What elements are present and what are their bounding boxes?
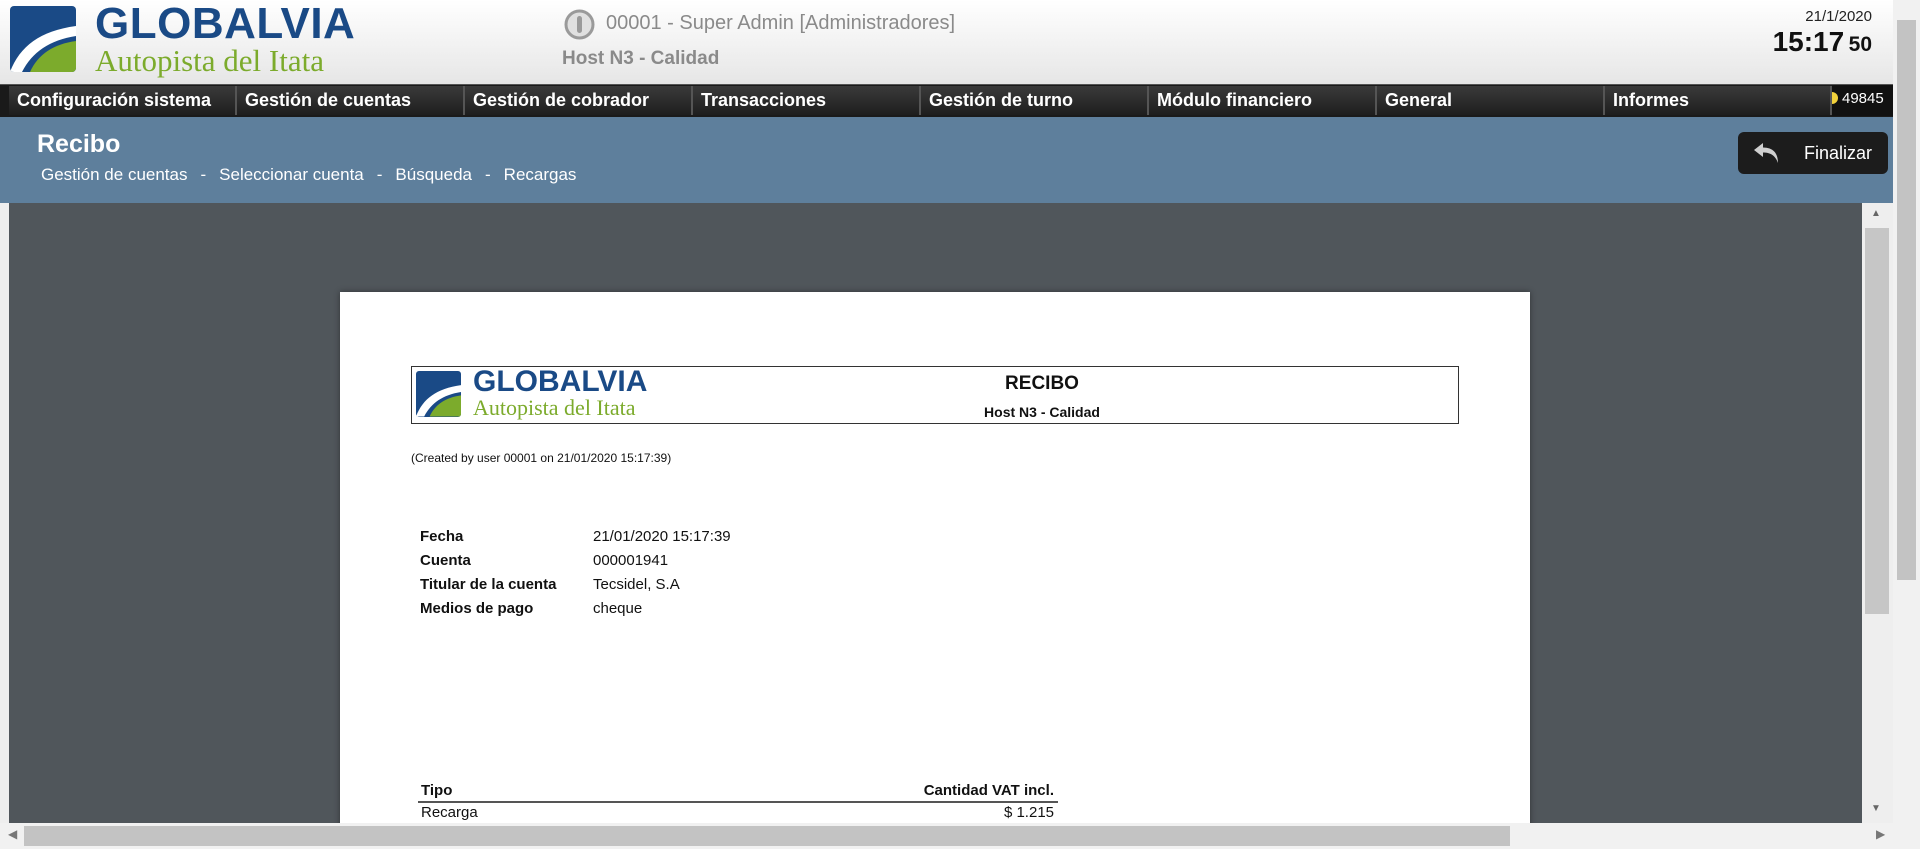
menu-gestion-de-turno[interactable]: Gestión de turno	[921, 86, 1149, 115]
detail-key: Fecha	[420, 528, 464, 545]
menu-configuracion-sistema[interactable]: Configuración sistema	[9, 86, 237, 115]
detail-value: Tecsidel, S.A	[593, 576, 680, 593]
detail-key: Titular de la cuenta	[420, 576, 557, 593]
breadcrumb-separator: -	[200, 165, 207, 184]
column-header-tipo: Tipo	[421, 782, 453, 799]
host-name: Host N3 - Calidad	[562, 48, 720, 69]
current-time: 15:17 50	[1773, 26, 1872, 58]
receipt-table: Tipo Cantidad VAT incl. Recarga $ 1.215	[418, 781, 1058, 823]
time-hours-minutes: 15:17	[1772, 26, 1845, 57]
breadcrumb-separator: -	[485, 165, 491, 184]
breadcrumb-item[interactable]: Búsqueda	[395, 165, 472, 184]
page-vertical-scrollbar[interactable]	[1893, 0, 1920, 849]
breadcrumb: Gestión de cuentas - Seleccionar cuenta - Bú…	[41, 165, 576, 185]
table-cell-tipo: Recarga	[421, 804, 478, 821]
detail-value: 21/01/2020 15:17:39	[593, 528, 731, 545]
finalizar-label: Finalizar	[1804, 143, 1873, 163]
receipt-logo: GLOBALVIA Autopista del Itata	[414, 365, 676, 420]
receipt-logo-brand: GLOBALVIA	[473, 365, 648, 398]
status-indicator-icon	[1832, 92, 1838, 104]
time-seconds: 50	[1848, 33, 1872, 56]
receipt-title: RECIBO	[1005, 373, 1079, 394]
receipt-header: GLOBALVIA Autopista del Itata RECIBO Hos…	[411, 365, 1459, 424]
menu-general[interactable]: General	[1377, 86, 1605, 115]
page-subheader: Recibo Gestión de cuentas - Seleccionar cu…	[0, 117, 1893, 203]
table-header: Tipo Cantidad VAT incl.	[418, 781, 1058, 803]
current-user: 00001 - Super Admin [Administradores]	[606, 12, 956, 34]
receipt-page: GLOBALVIA Autopista del Itata RECIBO Hos…	[340, 292, 1530, 823]
detail-value: 000001941	[593, 552, 669, 569]
receipt-created-note: (Created by user 00001 on 21/01/2020 15:…	[411, 451, 672, 465]
horizontal-scrollbar-thumb[interactable]	[24, 826, 1510, 846]
menu-modulo-financiero[interactable]: Módulo financiero	[1149, 86, 1377, 115]
table-cell-cantidad: $ 1.215	[1003, 804, 1054, 821]
detail-key: Medios de pago	[420, 600, 534, 617]
logo-sub-text: Autopista del Itata	[95, 43, 324, 78]
finalizar-button[interactable]: Finalizar	[1738, 132, 1888, 174]
back-arrow-icon	[1754, 143, 1778, 163]
scroll-left-icon[interactable]: ◀	[8, 827, 17, 841]
current-date: 21/1/2020	[1805, 8, 1872, 25]
app-header: GLOBALVIA Autopista del Itata 00001 - Su…	[0, 0, 1920, 84]
breadcrumb-item[interactable]: Seleccionar cuenta	[219, 165, 364, 184]
page-scrollbar-thumb[interactable]	[1897, 20, 1916, 580]
globalvia-logo: GLOBALVIA Autopista del Itata	[10, 0, 385, 78]
session-counter-value: 49845	[1842, 90, 1884, 107]
scroll-right-icon[interactable]: ▶	[1876, 827, 1885, 841]
breadcrumb-item[interactable]: Gestión de cuentas	[41, 165, 187, 184]
receipt-host: Host N3 - Calidad	[984, 404, 1100, 420]
page-title: Recibo	[37, 130, 121, 158]
detail-value: cheque	[593, 600, 643, 617]
report-viewer: GLOBALVIA Autopista del Itata RECIBO Hos…	[9, 203, 1862, 823]
table-row: Recarga $ 1.215	[418, 803, 1058, 823]
menu-gestion-de-cuentas[interactable]: Gestión de cuentas	[237, 86, 465, 115]
menu-informes[interactable]: Informes	[1605, 86, 1832, 115]
viewer-vertical-scrollbar[interactable]: ▲ ▼	[1862, 203, 1893, 823]
menu-transacciones[interactable]: Transacciones	[693, 86, 921, 115]
horizontal-scrollbar[interactable]: ◀ ▶	[0, 823, 1893, 849]
logo-brand-text: GLOBALVIA	[95, 0, 356, 48]
menu-gestion-de-cobrador[interactable]: Gestión de cobrador	[465, 86, 693, 115]
power-icon[interactable]	[564, 9, 595, 40]
scroll-down-icon[interactable]: ▼	[1871, 803, 1881, 814]
breadcrumb-separator: -	[376, 165, 383, 184]
scroll-up-icon[interactable]: ▲	[1871, 208, 1881, 219]
session-counter: 49845	[1832, 85, 1893, 116]
viewer-scrollbar-thumb[interactable]	[1865, 228, 1889, 614]
column-header-cantidad: Cantidad VAT incl.	[923, 782, 1054, 799]
detail-key: Cuenta	[420, 552, 471, 569]
globalvia-logo-icon	[416, 371, 461, 417]
globalvia-logo-icon	[10, 6, 76, 72]
main-menu: Configuración sistema Gestión de cuentas…	[0, 84, 1893, 117]
receipt-logo-sub: Autopista del Itata	[473, 395, 636, 420]
breadcrumb-item[interactable]: Recargas	[504, 165, 577, 184]
